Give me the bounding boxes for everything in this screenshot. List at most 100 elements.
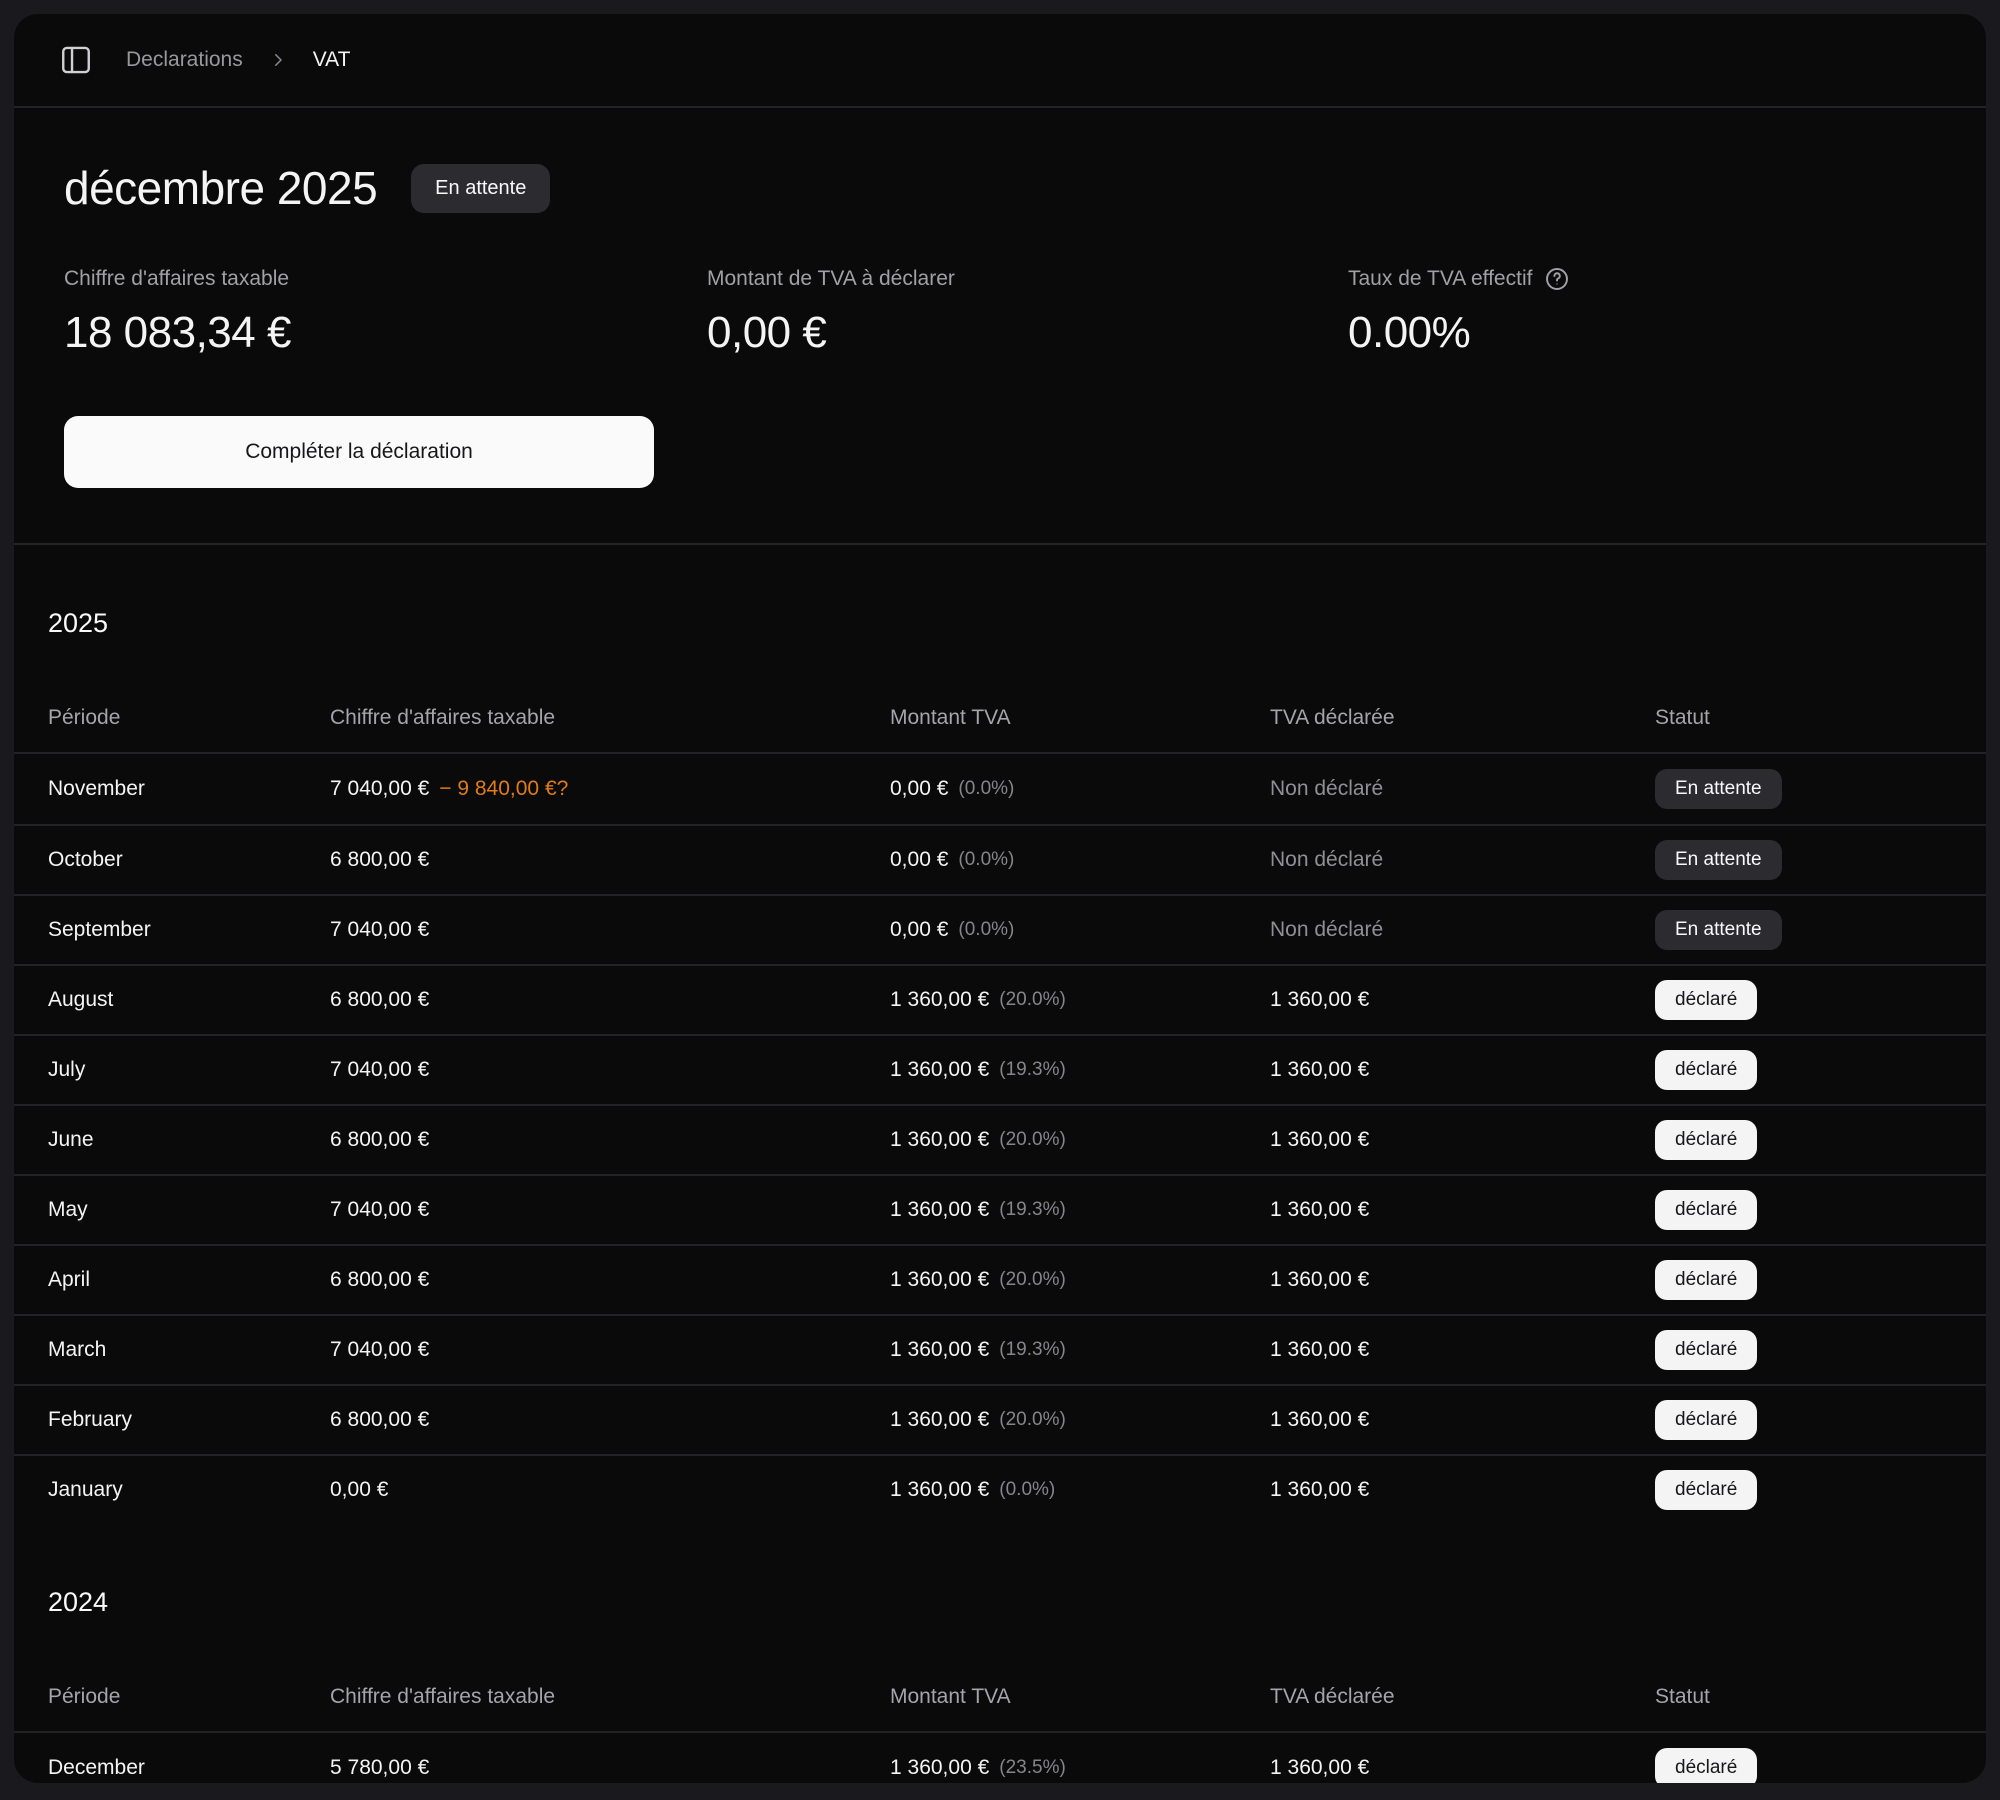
vat-amount: 0,00 € [890, 777, 948, 801]
taxable-revenue-cell: 7 040,00 € [330, 1198, 890, 1222]
status-badge: déclaré [1655, 1330, 1757, 1370]
sidebar-toggle-button[interactable] [56, 40, 96, 80]
vat-amount-cell: 1 360,00 €(0.0%) [890, 1478, 1270, 1502]
column-header: Statut [1655, 1685, 1986, 1709]
vat-rate: (0.0%) [958, 849, 1014, 871]
status-badge: déclaré [1655, 1050, 1757, 1090]
year-section-2024: 2024PériodeChiffre d'affaires taxableMon… [14, 1586, 1986, 1783]
taxable-amount: 0,00 € [330, 1478, 388, 1502]
taxable-amount: 6 800,00 € [330, 1408, 429, 1432]
declaration-row-march[interactable]: March7 040,00 €1 360,00 €(19.3%)1 360,00… [14, 1314, 1986, 1384]
period-cell: September [48, 918, 330, 942]
taxable-amount: 7 040,00 € [330, 1058, 429, 1082]
column-header: Montant TVA [890, 706, 1270, 730]
declaration-row-august[interactable]: August6 800,00 €1 360,00 €(20.0%)1 360,0… [14, 964, 1986, 1034]
taxable-revenue-cell: 6 800,00 € [330, 1128, 890, 1152]
vat-amount-cell: 0,00 € (0.0%) [890, 777, 1270, 801]
column-header: Période [48, 1685, 330, 1709]
status-cell: déclaré [1655, 980, 1986, 1020]
column-header: Montant TVA [890, 1685, 1270, 1709]
column-header: Statut [1655, 706, 1986, 730]
vat-rate: (20.0%) [999, 1409, 1066, 1431]
vat-rate: (20.0%) [999, 1129, 1066, 1151]
declaration-row-june[interactable]: June6 800,00 €1 360,00 €(20.0%)1 360,00 … [14, 1104, 1986, 1174]
declaration-row-september[interactable]: September7 040,00 €0,00 €(0.0%)Non décla… [14, 894, 1986, 964]
taxable-amount: 6 800,00 € [330, 848, 429, 872]
declared-vat-cell: 1 360,00 € [1270, 1408, 1655, 1432]
table-header-row: PériodeChiffre d'affaires taxableMontant… [14, 1663, 1986, 1733]
declaration-row-october[interactable]: October6 800,00 €0,00 €(0.0%)Non déclaré… [14, 824, 1986, 894]
status-cell: déclaré [1655, 1470, 1986, 1510]
column-header: Période [48, 706, 330, 730]
declared-vat-cell: Non déclaré [1270, 918, 1655, 942]
vat-amount-cell: 1 360,00 €(19.3%) [890, 1058, 1270, 1082]
vat-rate: (19.3%) [999, 1199, 1066, 1221]
vat-rate: (23.5%) [999, 1757, 1066, 1779]
declaration-row-april[interactable]: April6 800,00 €1 360,00 €(20.0%)1 360,00… [14, 1244, 1986, 1314]
stat-label: Chiffre d'affaires taxable [64, 266, 707, 292]
vat-amount-cell: 1 360,00 € (19.3%) [890, 1198, 1270, 1222]
declaration-overview: décembre 2025 En attente Chiffre d'affai… [14, 108, 1986, 545]
status-cell: En attente [1655, 769, 1986, 809]
panel-left-icon [59, 43, 93, 77]
taxable-amount: 6 800,00 € [330, 1128, 429, 1152]
status-cell: déclaré [1655, 1050, 1986, 1090]
breadcrumb: Declarations VAT [126, 48, 350, 72]
declaration-row-july[interactable]: July7 040,00 €1 360,00 €(19.3%)1 360,00 … [14, 1034, 1986, 1104]
vat-amount: 1 360,00 € [890, 1198, 989, 1222]
declaration-row-november[interactable]: November7 040,00 €− 9 840,00 €?0,00 €(0.… [14, 754, 1986, 824]
declaration-row-may[interactable]: May7 040,00 €1 360,00 €(19.3%)1 360,00 €… [14, 1174, 1986, 1244]
status-badge: En attente [1655, 769, 1782, 809]
taxable-amount: 5 780,00 € [330, 1756, 429, 1780]
taxable-revenue-cell: 7 040,00 € [330, 1338, 890, 1362]
period-cell: January [48, 1478, 330, 1502]
stat-vat-to-declare: Montant de TVA à déclarer 0,00 € [707, 266, 1348, 358]
declared-vat-cell: Non déclaré [1270, 777, 1655, 801]
taxable-amount: 6 800,00 € [330, 988, 429, 1012]
vat-amount: 0,00 € [890, 848, 948, 872]
period-cell: July [48, 1058, 330, 1082]
declared-vat-cell: 1 360,00 € [1270, 988, 1655, 1012]
declared-vat-cell: 1 360,00 € [1270, 1478, 1655, 1502]
taxable-amount: 6 800,00 € [330, 1268, 429, 1292]
status-cell: déclaré [1655, 1260, 1986, 1300]
vat-rate: (19.3%) [999, 1339, 1066, 1361]
vat-rate: (20.0%) [999, 989, 1066, 1011]
breadcrumb-item-vat[interactable]: VAT [313, 48, 351, 72]
vat-rate: (0.0%) [999, 1479, 1055, 1501]
taxable-revenue-cell: 7 040,00 € [330, 1058, 890, 1082]
stats-row: Chiffre d'affaires taxable 18 083,34 € M… [64, 266, 1936, 358]
status-badge: déclaré [1655, 980, 1757, 1020]
complete-declaration-button[interactable]: Compléter la déclaration [64, 416, 654, 488]
declaration-row-january[interactable]: January0,00 € 1 360,00 €(0.0%)1 360,00 €d… [14, 1454, 1986, 1524]
taxable-revenue-cell: 7 040,00 €− 9 840,00 €? [330, 777, 890, 801]
year-heading: 2025 [48, 607, 1986, 639]
period-cell: April [48, 1268, 330, 1292]
status-cell: déclaré [1655, 1190, 1986, 1230]
status-badge: déclaré [1655, 1260, 1757, 1300]
stat-label: Montant de TVA à déclarer [707, 266, 1348, 292]
taxable-amount: 7 040,00 € [330, 1338, 429, 1362]
page-title: décembre 2025 [64, 160, 377, 216]
status-badge: déclaré [1655, 1190, 1757, 1230]
help-icon[interactable] [1544, 266, 1570, 292]
status-badge: déclaré [1655, 1748, 1757, 1783]
status-badge: déclaré [1655, 1400, 1757, 1440]
declaration-row-february[interactable]: February6 800,00 €1 360,00 €(20.0%)1 360… [14, 1384, 1986, 1454]
vat-amount: 1 360,00 € [890, 1128, 989, 1152]
vat-amount: 0,00 € [890, 918, 948, 942]
vat-rate: (19.3%) [999, 1059, 1066, 1081]
declared-vat-cell: Non déclaré [1270, 848, 1655, 872]
taxable-revenue-cell: 6 800,00 € [330, 1268, 890, 1292]
taxable-revenue-cell: 7 040,00 € [330, 918, 890, 942]
status-cell: déclaré [1655, 1330, 1986, 1370]
taxable-revenue-cell: 5 780,00 € [330, 1756, 890, 1780]
breadcrumb-item-declarations[interactable]: Declarations [126, 48, 243, 72]
stat-taxable-revenue: Chiffre d'affaires taxable 18 083,34 € [64, 266, 707, 358]
chevron-right-icon [269, 51, 287, 69]
year-sections: 2025 PériodeChiffre d'affaires taxableMon… [14, 607, 1986, 1783]
declaration-row-december[interactable]: December5 780,00 €1 360,00 €(23.5%)1 360… [14, 1733, 1986, 1783]
declared-vat-cell: 1 360,00 € [1270, 1756, 1655, 1780]
breadcrumb-bar: Declarations VAT [14, 14, 1986, 108]
vat-rate: (0.0%) [958, 778, 1014, 800]
